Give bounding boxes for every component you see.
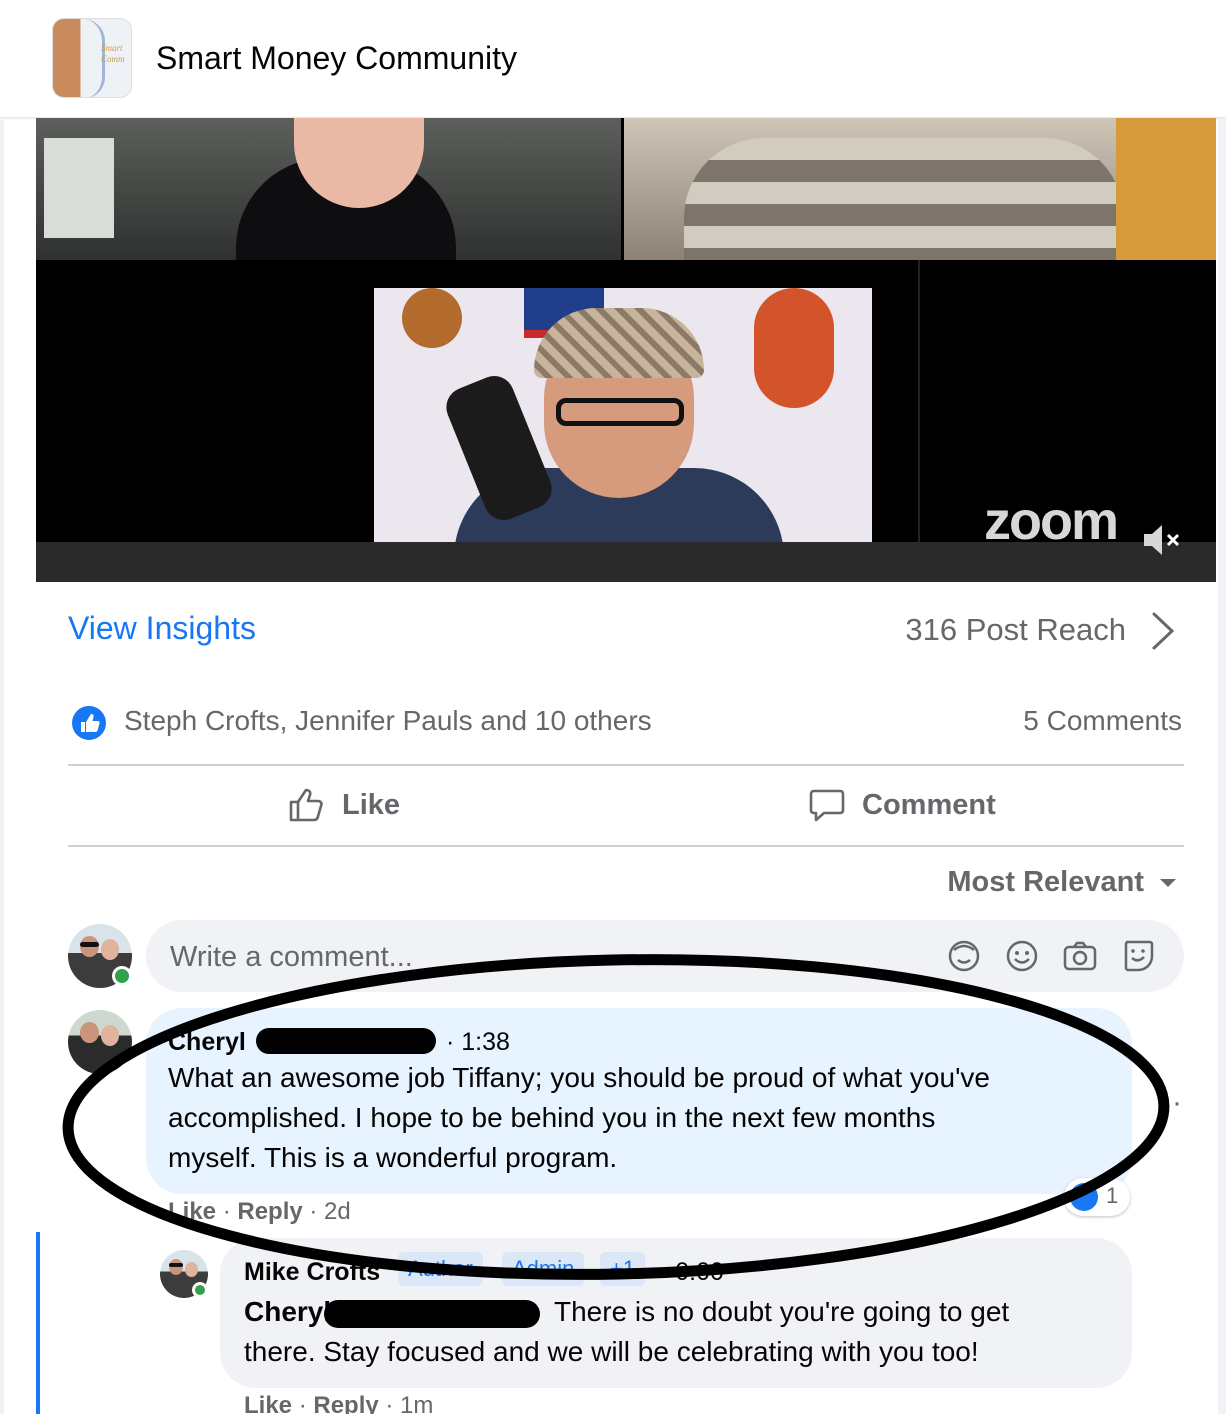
admin-badge: Admin	[502, 1252, 585, 1286]
group-header: Smart Comm Smart Money Community	[0, 0, 1226, 118]
chevron-right-icon[interactable]	[1150, 610, 1176, 652]
divider	[68, 845, 1184, 847]
reply-author[interactable]: Mike Crofts	[244, 1258, 380, 1287]
comment-text-line: myself. This is a wonderful program.	[168, 1142, 618, 1173]
thumbs-up-icon	[289, 788, 323, 822]
reply-text-line: there. Stay focused and we will be celeb…	[244, 1336, 979, 1367]
comment-reply-link[interactable]: Reply	[237, 1198, 302, 1225]
caret-down-icon	[1160, 878, 1176, 887]
emoji-icon[interactable]	[1004, 938, 1040, 974]
group-thumbnail[interactable]: Smart Comm	[52, 18, 132, 98]
reply-age[interactable]: · 1m	[385, 1392, 433, 1414]
comment-options-icon[interactable]: ··	[1160, 1086, 1184, 1120]
comment-bubble: Cheryl · 1:38 What an awesome job Tiffan…	[146, 1008, 1132, 1194]
post-reach[interactable]: 316 Post Reach	[905, 612, 1126, 648]
comment-timestamp[interactable]: · 1:38	[446, 1028, 510, 1057]
page-frame-left	[0, 118, 4, 1414]
sticker-icon[interactable]	[1120, 938, 1156, 974]
reply-actions: Like · Reply · 1m	[244, 1392, 433, 1414]
online-status-indicator	[112, 966, 132, 986]
comment-button[interactable]: Comment	[808, 786, 996, 824]
comment-author[interactable]: Cheryl	[168, 1028, 246, 1057]
reply-like-link[interactable]: Like	[244, 1392, 292, 1414]
comment-text-line: What an awesome job Tiffany; you should …	[168, 1062, 990, 1093]
reply-thread-line	[36, 1232, 40, 1414]
comment-like-link[interactable]: Like	[168, 1198, 216, 1225]
redaction-mark	[324, 1300, 540, 1328]
comment-text-line: accomplished. I hope to be behind you in…	[168, 1102, 936, 1133]
like-label: Like	[342, 788, 401, 821]
redaction-mark	[256, 1028, 436, 1054]
speech-bubble-icon	[809, 789, 845, 822]
author-badge: Author	[398, 1252, 483, 1286]
reply-timestamp[interactable]: · 0:00	[660, 1258, 724, 1287]
reply-mention[interactable]: Cheryl	[244, 1292, 331, 1332]
video-divider	[918, 260, 920, 542]
thumbnail-text: Smart Comm	[101, 43, 125, 64]
video-participant-tile	[624, 118, 1216, 260]
comment-count[interactable]: 5 Comments	[1023, 705, 1182, 737]
camera-icon[interactable]	[1062, 938, 1098, 974]
comment-reaction-count[interactable]: 1	[1064, 1178, 1130, 1216]
group-title[interactable]: Smart Money Community	[156, 40, 517, 77]
like-button[interactable]: Like	[288, 786, 400, 824]
video-participant-tile	[36, 118, 621, 260]
composer-toolbar	[946, 938, 1156, 974]
post-video[interactable]: zoom	[36, 118, 1216, 582]
comment-input[interactable]: Write a comment...	[170, 941, 413, 974]
avatar-sticker-icon[interactable]	[946, 938, 982, 974]
more-badges[interactable]: +1	[600, 1252, 646, 1286]
sort-dropdown[interactable]: Most Relevant	[947, 866, 1178, 899]
reply-text-line: There is no doubt you're going to get	[554, 1296, 1010, 1327]
zoom-logo: zoom	[984, 491, 1119, 551]
muted-speaker-icon[interactable]	[1140, 520, 1184, 560]
comment-label: Comment	[862, 788, 996, 821]
reaction-number: 1	[1106, 1183, 1119, 1208]
commenter-avatar[interactable]	[68, 1010, 132, 1074]
video-speaker-tile	[374, 288, 872, 542]
reply-bubble: Mike Crofts Author Admin +1 · 0:00 Chery…	[220, 1238, 1132, 1388]
divider	[68, 764, 1184, 766]
comment-age[interactable]: · 2d	[309, 1198, 350, 1225]
like-reaction-icon	[1070, 1183, 1098, 1211]
page-frame-right	[1218, 118, 1226, 1414]
comment-actions: Like · Reply · 2d	[168, 1198, 351, 1225]
reply-reply-link[interactable]: Reply	[313, 1392, 378, 1414]
online-status-indicator	[192, 1282, 208, 1298]
reactor-names[interactable]: Steph Crofts, Jennifer Pauls and 10 othe…	[124, 705, 652, 737]
sort-label: Most Relevant	[947, 866, 1144, 898]
comment-composer[interactable]: Write a comment...	[146, 920, 1184, 992]
like-reaction-icon[interactable]	[70, 704, 108, 742]
view-insights-link[interactable]: View Insights	[68, 610, 256, 647]
